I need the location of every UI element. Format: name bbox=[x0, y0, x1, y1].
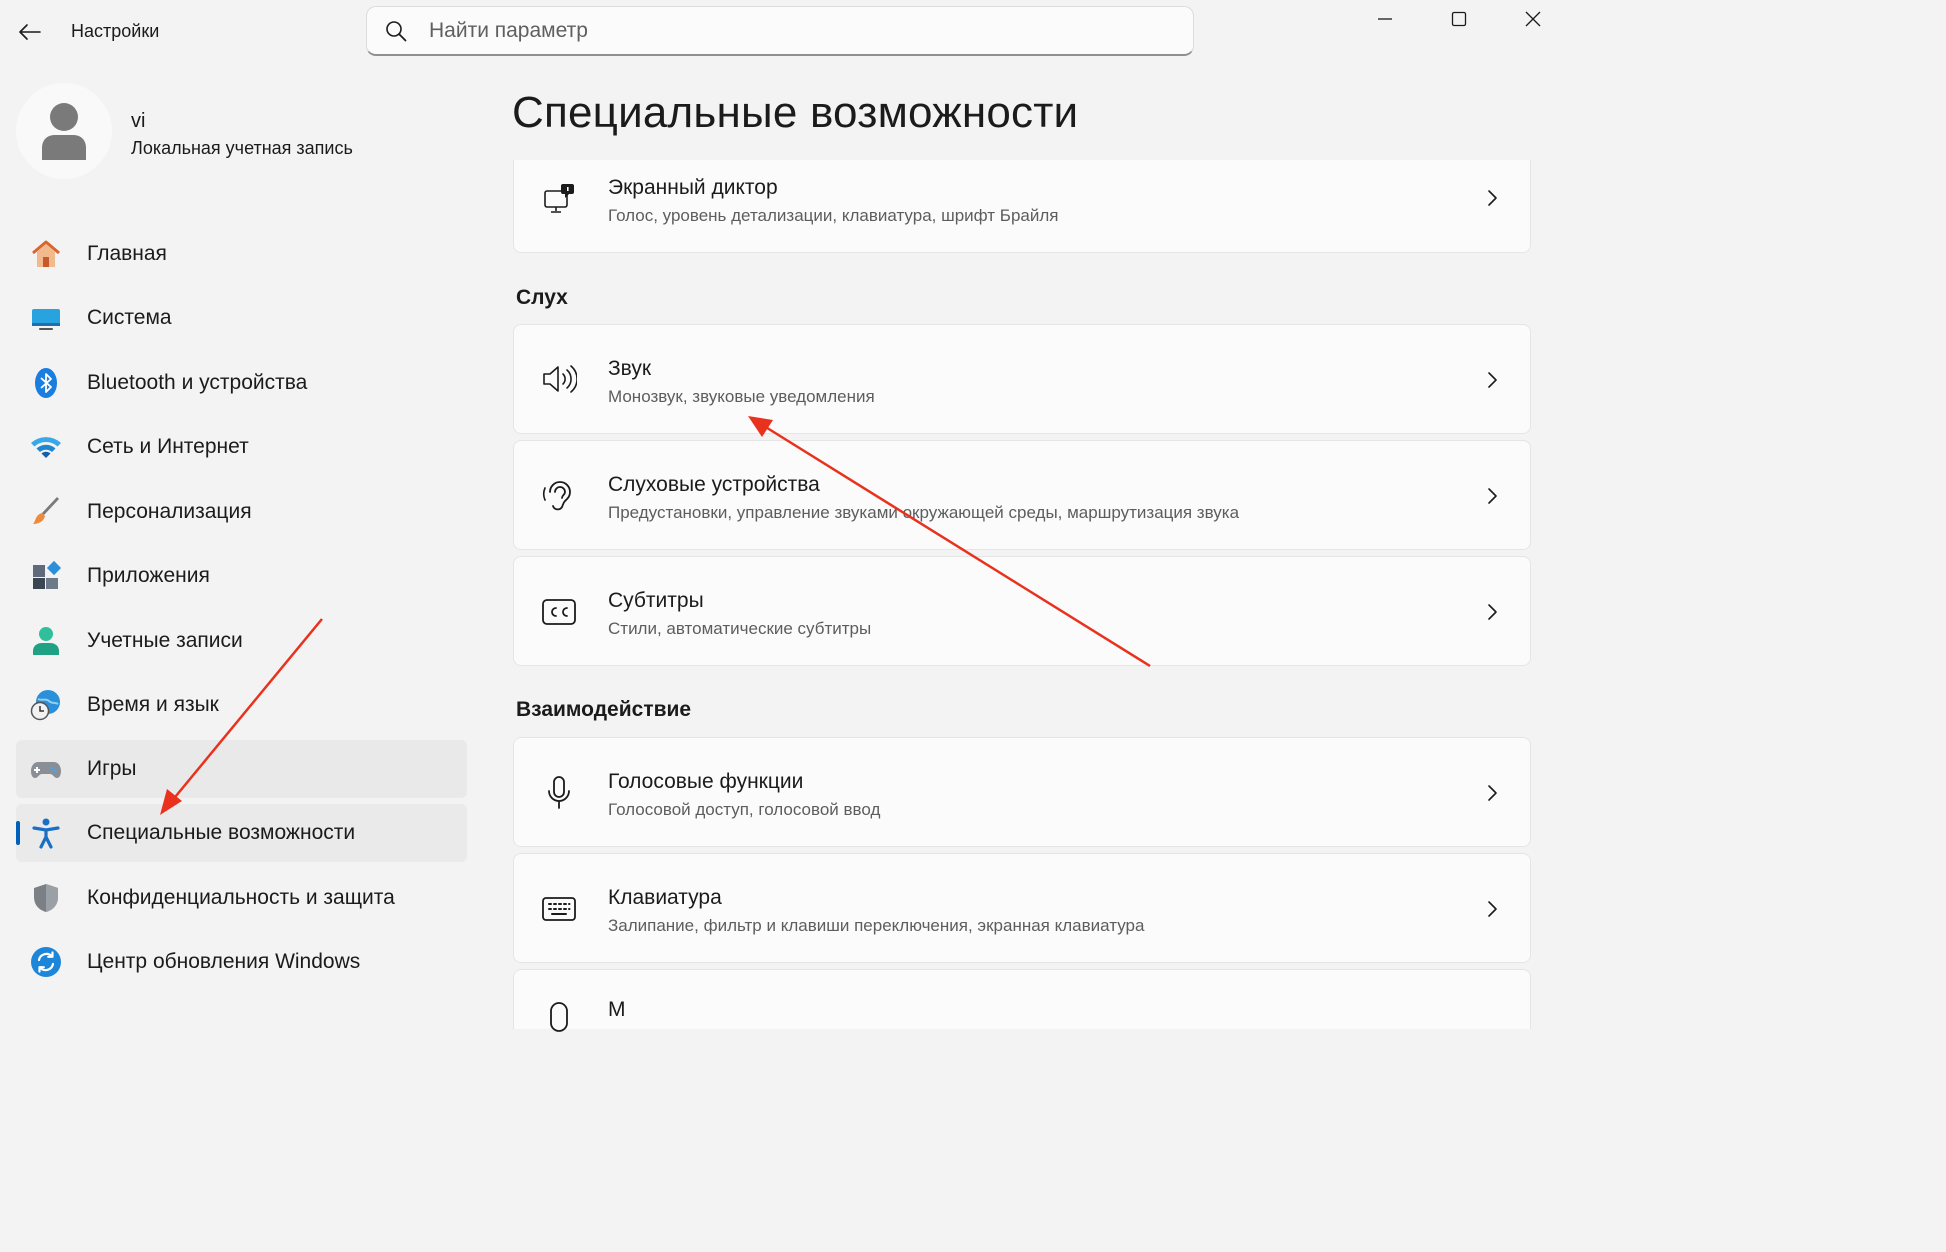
chevron-right-icon bbox=[1488, 901, 1497, 917]
chevron-right-icon bbox=[1488, 785, 1497, 801]
sidebar-item-label: Конфиденциальность и защита bbox=[87, 886, 395, 909]
narrator-subtitle: Голос, уровень детализации, клавиатура, … bbox=[608, 206, 1059, 225]
user-name: vi bbox=[131, 110, 146, 132]
shield-icon bbox=[30, 882, 62, 914]
sidebar-item-label: Время и язык bbox=[87, 693, 219, 716]
sidebar-item-label: Система bbox=[87, 306, 172, 329]
sidebar-item-time-language[interactable]: Время и язык bbox=[16, 676, 467, 734]
hearing-devices-subtitle: Предустановки, управление звуками окружа… bbox=[608, 503, 1240, 522]
mouse-card[interactable]: М bbox=[513, 969, 1531, 1032]
home-icon bbox=[30, 238, 62, 270]
hearing-devices-card[interactable]: Слуховые устройства Предустановки, управ… bbox=[513, 440, 1531, 550]
back-arrow-icon bbox=[19, 24, 41, 40]
sidebar-item-gaming[interactable]: Игры bbox=[16, 740, 467, 798]
close-icon bbox=[1525, 11, 1541, 27]
brush-icon bbox=[30, 496, 62, 528]
sidebar-item-label: Bluetooth и устройства bbox=[87, 371, 308, 394]
search-box[interactable] bbox=[366, 6, 1194, 56]
mouse-icon bbox=[538, 996, 580, 1038]
chevron-right-icon bbox=[1488, 488, 1497, 504]
user-avatar-icon bbox=[42, 103, 86, 160]
sidebar-item-personalization[interactable]: Персонализация bbox=[16, 483, 467, 541]
speaker-icon bbox=[538, 358, 580, 400]
minimize-button[interactable] bbox=[1348, 0, 1422, 38]
time-language-icon bbox=[30, 689, 62, 721]
sidebar-item-apps[interactable]: Приложения bbox=[16, 547, 467, 605]
accessibility-icon bbox=[30, 817, 62, 849]
captions-icon bbox=[538, 591, 580, 633]
maximize-button[interactable] bbox=[1422, 0, 1496, 38]
sidebar-item-label: Сеть и Интернет bbox=[87, 435, 249, 458]
sidebar-item-privacy[interactable]: Конфиденциальность и защита bbox=[16, 869, 467, 927]
sidebar-item-bluetooth[interactable]: Bluetooth и устройства bbox=[16, 354, 467, 412]
keyboard-icon bbox=[538, 888, 580, 930]
voice-features-title: Голосовые функции bbox=[608, 770, 804, 793]
system-icon bbox=[30, 302, 62, 334]
close-button[interactable] bbox=[1496, 0, 1570, 38]
voice-features-card[interactable]: Голосовые функции Голосовой доступ, голо… bbox=[513, 737, 1531, 847]
update-icon bbox=[30, 946, 62, 978]
keyboard-subtitle: Залипание, фильтр и клавиши переключения… bbox=[608, 916, 1145, 935]
sidebar-item-accessibility[interactable]: Специальные возможности bbox=[16, 804, 467, 862]
search-input[interactable] bbox=[429, 18, 1129, 43]
keyboard-title: Клавиатура bbox=[608, 886, 722, 909]
sidebar-item-network[interactable]: Сеть и Интернет bbox=[16, 418, 467, 476]
section-header-hearing: Слух bbox=[516, 286, 568, 309]
minimize-icon bbox=[1378, 18, 1392, 20]
search-icon bbox=[386, 20, 407, 41]
sidebar-item-accounts[interactable]: Учетные записи bbox=[16, 612, 467, 670]
narrator-title: Экранный диктор bbox=[608, 176, 778, 199]
avatar[interactable] bbox=[16, 83, 112, 179]
sidebar-item-home[interactable]: Главная bbox=[16, 225, 467, 283]
microphone-icon bbox=[538, 772, 580, 814]
sidebar-item-label: Главная bbox=[87, 242, 167, 265]
narrator-card[interactable]: Экранный диктор Голос, уровень детализац… bbox=[513, 160, 1531, 253]
active-indicator bbox=[16, 821, 20, 845]
sidebar-item-system[interactable]: Система bbox=[16, 289, 467, 347]
page-title: Специальные возможности bbox=[512, 88, 1079, 137]
narrator-icon bbox=[538, 178, 580, 220]
chevron-right-icon bbox=[1488, 372, 1497, 388]
hearing-devices-title: Слуховые устройства bbox=[608, 473, 820, 496]
sidebar-item-label: Специальные возможности bbox=[87, 821, 356, 844]
sound-card[interactable]: Звук Монозвук, звуковые уведомления bbox=[513, 324, 1531, 434]
gamepad-icon bbox=[30, 753, 62, 785]
app-title: Настройки bbox=[71, 21, 160, 41]
keyboard-card[interactable]: Клавиатура Залипание, фильтр и клавиши п… bbox=[513, 853, 1531, 963]
wifi-icon bbox=[30, 431, 62, 463]
sidebar-item-label: Приложения bbox=[87, 564, 210, 587]
maximize-icon bbox=[1451, 11, 1467, 27]
sound-subtitle: Монозвук, звуковые уведомления bbox=[608, 387, 875, 406]
captions-subtitle: Стили, автоматические субтитры bbox=[608, 619, 872, 638]
chevron-right-icon bbox=[1488, 190, 1497, 206]
account-icon bbox=[30, 625, 62, 657]
back-button[interactable] bbox=[10, 14, 50, 50]
chevron-right-icon bbox=[1488, 604, 1497, 620]
account-type: Локальная учетная запись bbox=[131, 138, 353, 158]
mouse-title: М bbox=[608, 998, 626, 1021]
sidebar-item-label: Персонализация bbox=[87, 500, 252, 523]
sidebar-item-windows-update[interactable]: Центр обновления Windows bbox=[16, 933, 467, 991]
voice-features-subtitle: Голосовой доступ, голосовой ввод bbox=[608, 800, 881, 819]
sidebar-item-label: Учетные записи bbox=[87, 629, 243, 652]
apps-icon bbox=[30, 560, 62, 592]
sound-title: Звук bbox=[608, 357, 652, 380]
sidebar-item-label: Центр обновления Windows bbox=[87, 950, 361, 973]
ear-icon bbox=[538, 475, 580, 517]
bluetooth-icon bbox=[30, 367, 62, 399]
captions-title: Субтитры bbox=[608, 589, 704, 612]
captions-card[interactable]: Субтитры Стили, автоматические субтитры bbox=[513, 556, 1531, 666]
section-header-interaction: Взаимодействие bbox=[516, 698, 692, 721]
sidebar-item-label: Игры bbox=[87, 757, 137, 780]
